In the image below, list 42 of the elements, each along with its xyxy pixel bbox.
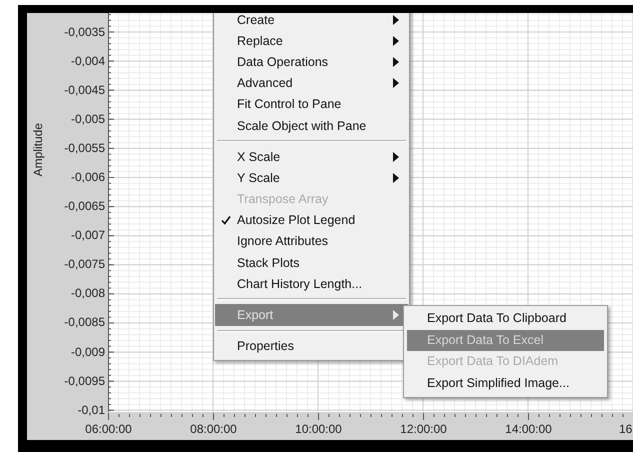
submenu-arrow-icon <box>393 78 399 88</box>
y-tick-label: -0,0065 <box>64 198 105 216</box>
menu-item[interactable]: Stack Plots <box>215 252 408 274</box>
menu-item[interactable]: Autosize Plot Legend <box>215 210 408 231</box>
y-tick-label: -0,007 <box>70 227 105 244</box>
menu-item[interactable]: Advanced <box>215 72 408 94</box>
y-tick-label: -0,0085 <box>64 314 105 332</box>
menu-item[interactable]: Data Operations <box>215 51 408 73</box>
x-tick-label: 08:00:00 <box>189 421 238 437</box>
y-tick-label: -0,0095 <box>64 372 105 390</box>
menu-item[interactable]: Y Scale <box>215 167 408 188</box>
menu-item[interactable]: X Scale <box>215 146 408 168</box>
menu-item[interactable]: Export Simplified Image... <box>407 372 604 394</box>
y-tick-label: -0,0055 <box>64 140 105 157</box>
y-tick-label: -0,009 <box>70 344 105 361</box>
x-tick-label: 16: <box>618 421 633 437</box>
menu-item[interactable]: Export Data To Clipboard <box>407 308 604 330</box>
y-tick-label: -0,0075 <box>64 256 105 274</box>
y-tick-label: -0,006 <box>70 168 105 186</box>
submenu-arrow-icon <box>393 56 399 67</box>
y-tick-label: -0,005 <box>70 110 105 128</box>
submenu-arrow-icon <box>393 36 399 46</box>
x-tick-label: 10:00:00 <box>294 421 343 437</box>
y-tick-label: -0,0035 <box>64 24 105 40</box>
y-tick-label: -0,004 <box>70 52 105 70</box>
menu-item[interactable]: Replace <box>215 30 408 52</box>
submenu-arrow-icon <box>393 152 399 162</box>
x-tick-label: 12:00:00 <box>399 421 448 437</box>
menu-item[interactable]: Create <box>215 13 408 30</box>
y-axis-title: Amplitude <box>31 123 45 176</box>
x-tick-label: 06:00:00 <box>84 421 133 437</box>
menu-item[interactable]: Ignore Attributes <box>215 230 408 252</box>
submenu-arrow-icon <box>393 310 399 320</box>
y-tick-label: -0,008 <box>70 285 105 302</box>
y-tick-label: -0,01 <box>78 402 105 419</box>
menu-item[interactable]: Scale Object with Pane <box>215 114 408 136</box>
menu-item[interactable]: Chart History Length... <box>215 273 408 294</box>
menu-item[interactable]: Fit Control to Pane <box>215 94 408 115</box>
y-tick-label: -0,0045 <box>64 82 105 99</box>
x-tick-label: 14:00:00 <box>504 421 553 437</box>
submenu-arrow-icon <box>393 172 399 183</box>
submenu-arrow-icon <box>393 14 399 25</box>
